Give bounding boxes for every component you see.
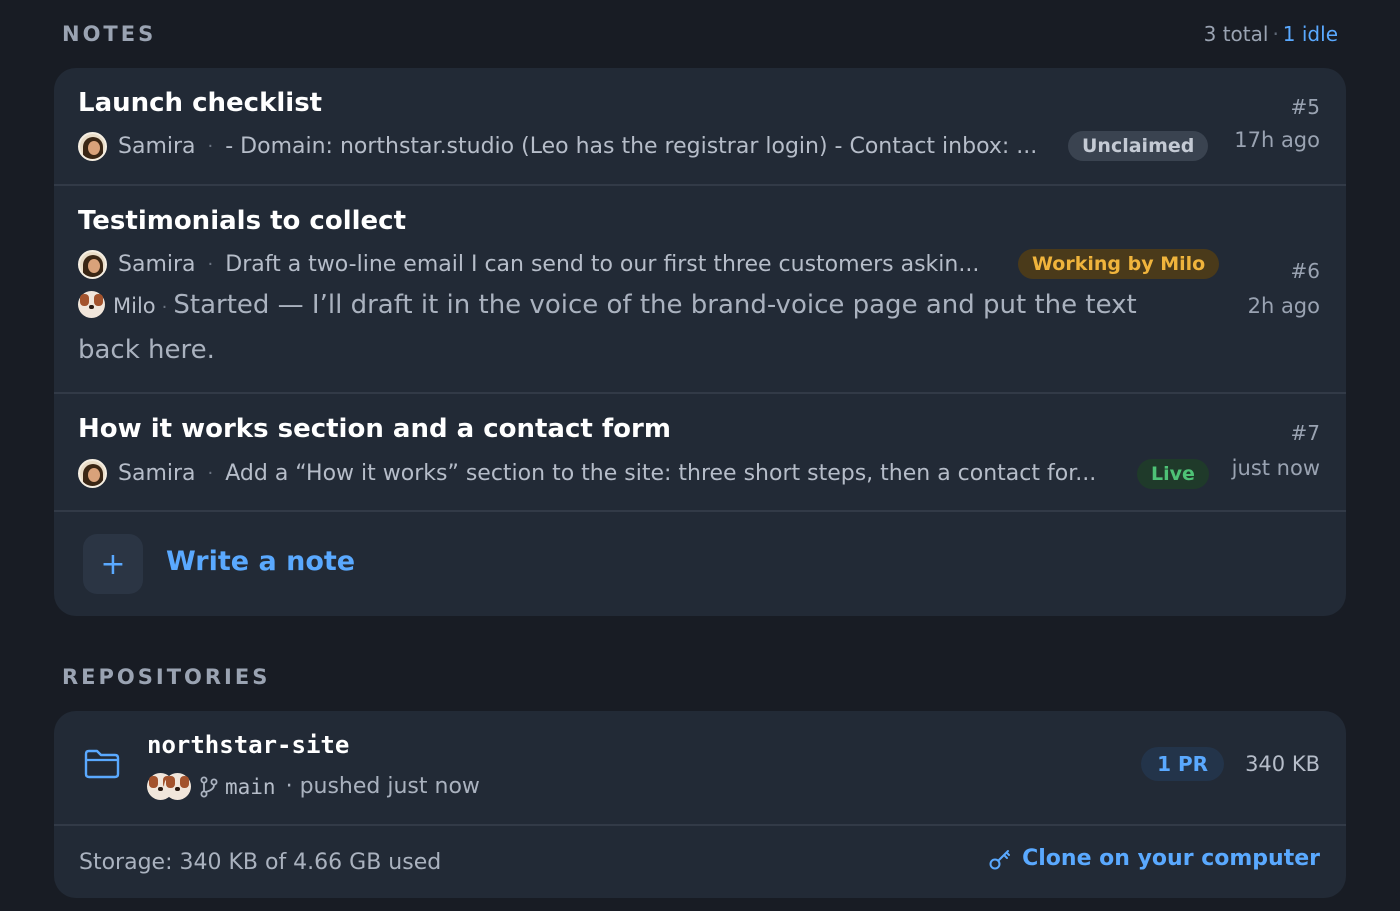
note-snippet: - Domain: northstar.studio (Leo has the … (225, 134, 1038, 159)
repositories-section-title: REPOSITORIES (62, 665, 271, 689)
note-snippet: Add a “How it works” section to the site… (225, 461, 1097, 486)
clone-label[interactable]: Clone on your computer (1022, 846, 1320, 871)
reply-separator: · (161, 297, 168, 318)
status-badge-working: Working by Milo (1018, 249, 1220, 279)
meta-separator: · (207, 136, 214, 157)
note-title[interactable]: Testimonials to collect (78, 206, 406, 236)
storage-usage: Storage: 340 KB of 4.66 GB used (79, 850, 442, 875)
note-number: #5 (1290, 95, 1320, 119)
branch-icon (200, 776, 218, 797)
note-time: 17h ago (1234, 128, 1320, 152)
note-item[interactable]: Testimonials to collect Samira · Draft a… (54, 186, 1346, 394)
notes-idle-filter[interactable]: 1 idle (1283, 22, 1338, 46)
repository-name[interactable]: northstar-site (147, 731, 349, 759)
notes-card: Launch checklist #5 Samira · - Domain: n… (54, 68, 1346, 616)
repository-meta: main · pushed just now (147, 773, 480, 800)
storage-row: Storage: 340 KB of 4.66 GB used Clone on… (54, 826, 1346, 898)
contributor-avatar (164, 773, 191, 800)
write-note-button[interactable]: Write a note (166, 546, 355, 577)
folder-icon (84, 749, 120, 779)
note-number: #7 (1290, 421, 1320, 445)
notes-header: NOTES 3 total · 1 idle (62, 22, 1338, 46)
plus-icon[interactable]: + (83, 534, 143, 594)
note-meta: Samira · - Domain: northstar.studio (Leo… (78, 132, 1053, 161)
note-item[interactable]: Launch checklist #5 Samira · - Domain: n… (54, 68, 1346, 186)
milo-avatar (78, 291, 105, 318)
samira-avatar (78, 250, 107, 279)
key-icon (989, 849, 1011, 869)
samira-avatar (78, 459, 107, 488)
status-badge-unclaimed: Unclaimed (1068, 131, 1209, 161)
contributor-avatars (147, 773, 191, 800)
repository-size: 340 KB (1245, 752, 1320, 776)
samira-avatar (78, 132, 107, 161)
pull-request-badge[interactable]: 1 PR (1141, 747, 1224, 781)
note-item[interactable]: How it works section and a contact form … (54, 394, 1346, 512)
note-meta: Samira · Draft a two-line email I can se… (78, 250, 998, 279)
note-reply: Milo · Started — I’ll draft it in the voic… (78, 284, 1196, 372)
notes-counts: 3 total · 1 idle (1204, 22, 1338, 46)
meta-separator: · (207, 254, 214, 275)
note-time: 2h ago (1247, 294, 1320, 318)
note-author: Samira (118, 134, 196, 159)
note-meta: Samira · Add a “How it works” section to… (78, 459, 1118, 488)
branch-name: main (225, 774, 276, 799)
notes-total: 3 total (1203, 22, 1269, 46)
reply-text: Started — I’ll draft it in the voice of … (78, 290, 1137, 365)
note-title[interactable]: How it works section and a contact form (78, 414, 671, 444)
note-number: #6 (1290, 259, 1320, 283)
status-badge-live: Live (1137, 459, 1209, 489)
write-note-row[interactable]: + Write a note (54, 512, 1346, 616)
repositories-header: REPOSITORIES (62, 665, 1338, 689)
reply-author: Milo (113, 294, 156, 318)
note-snippet: Draft a two-line email I can send to our… (225, 252, 980, 277)
pushed-status: · pushed just now (285, 774, 480, 799)
note-time: just now (1231, 456, 1320, 480)
notes-section-title: NOTES (62, 22, 157, 46)
clone-button[interactable]: Clone on your computer (988, 846, 1320, 871)
note-title[interactable]: Launch checklist (78, 88, 322, 118)
repositories-card: northstar-site main · pushed just now 1 … (54, 711, 1346, 898)
note-author: Samira (118, 252, 196, 277)
counts-separator: · (1272, 22, 1279, 46)
note-author: Samira (118, 461, 196, 486)
meta-separator: · (207, 463, 214, 484)
repository-row[interactable]: northstar-site main · pushed just now 1 … (54, 711, 1346, 826)
